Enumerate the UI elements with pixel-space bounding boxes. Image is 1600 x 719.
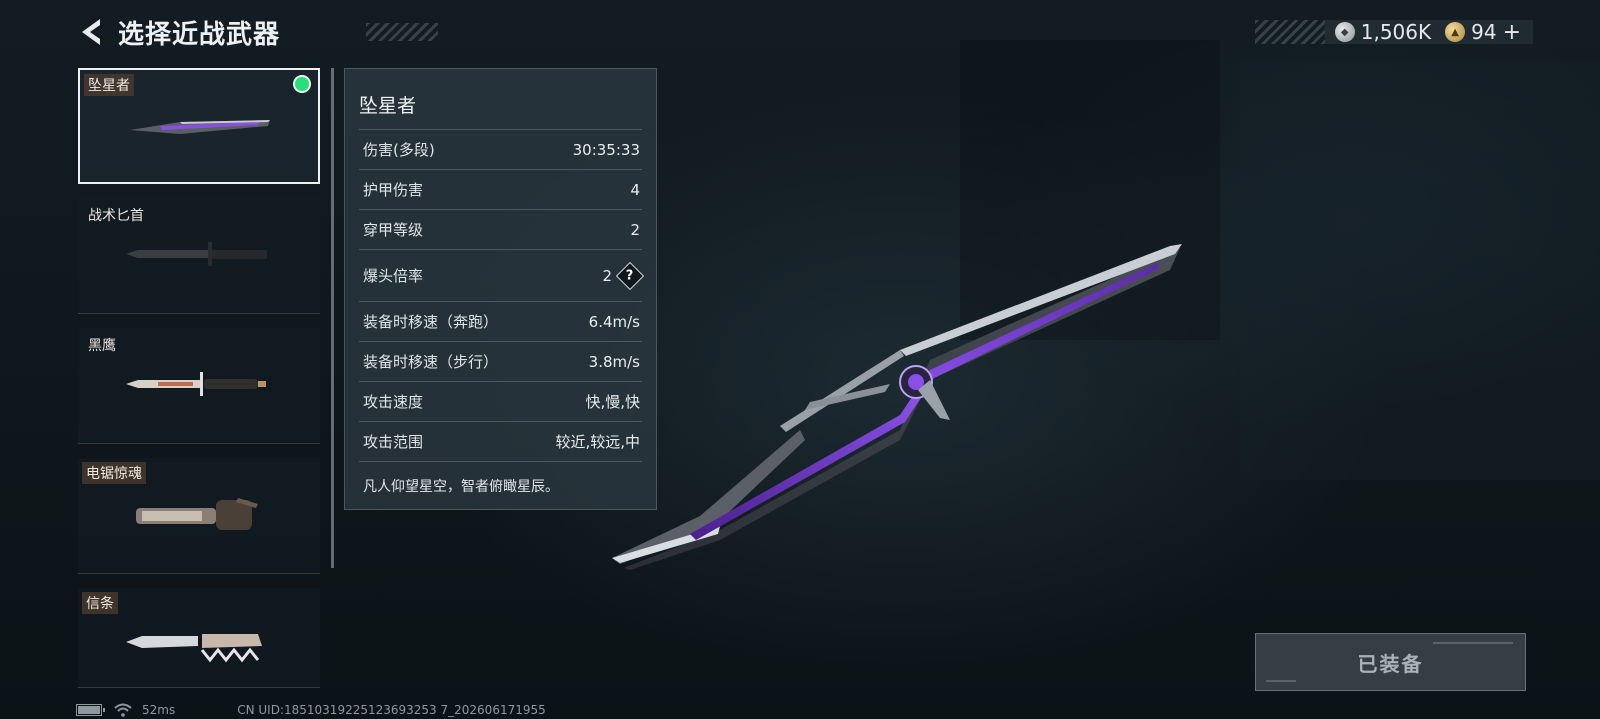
silver-coin-icon: ◆ (1334, 22, 1355, 42)
weapon-item-chainsaw[interactable]: 电锯惊魂 (78, 458, 320, 574)
weapon-thumbnail (126, 242, 267, 266)
silver-currency: ◆ 1,506K (1334, 20, 1432, 44)
weapon-item-creed[interactable]: 信条 (78, 588, 320, 688)
equipped-indicator (295, 77, 309, 91)
back-arrow-icon (82, 19, 100, 45)
stat-label: 伤害(多段) (363, 141, 435, 159)
weapon-name: 黑鹰 (88, 338, 116, 354)
status-bar: 52ms CN UID:18510319225123693253 7_20260… (76, 703, 546, 717)
weapon-thumbnail (126, 634, 262, 663)
weapon-item-starfall[interactable]: 坠星者 (78, 68, 320, 184)
weapon-thumbnail (126, 372, 266, 396)
stat-label: 装备时移速（奔跑） (363, 313, 499, 331)
header: 选择近战武器 (76, 14, 438, 50)
add-currency-button[interactable]: + (1503, 20, 1521, 45)
button-decoration (1433, 642, 1513, 644)
weapon-name: 电锯惊魂 (82, 462, 146, 484)
stat-label: 护甲伤害 (363, 181, 424, 199)
title-decoration (366, 23, 438, 41)
page-title: 选择近战武器 (118, 19, 281, 50)
currency-decoration (1255, 20, 1325, 44)
weapon-preview[interactable] (600, 230, 1220, 580)
stat-label: 攻击范围 (363, 433, 424, 451)
gold-currency: ▲ 94 + (1445, 20, 1521, 45)
weapon-name: 战术匕首 (88, 208, 144, 224)
stat-value: 4 (630, 180, 640, 199)
weapon-item-black-hawk[interactable]: 黑鹰 (78, 328, 320, 444)
stat-row-armor-damage: 护甲伤害 4 (359, 169, 642, 209)
weapon-thumbnail (136, 498, 258, 530)
battery-icon (76, 704, 105, 716)
weapon-name: 坠星者 (84, 74, 134, 96)
equipped-button[interactable]: 已装备 (1255, 633, 1526, 691)
gold-coin-icon: ▲ (1445, 22, 1466, 42)
equipped-button-label: 已装备 (1357, 651, 1424, 676)
button-decoration (1266, 680, 1296, 682)
user-uid: CN UID:18510319225123693253 7_2026061719… (237, 703, 546, 717)
ping-value: 52ms (142, 703, 176, 717)
silver-value: 1,506K (1360, 20, 1432, 44)
stats-title: 坠星者 (359, 95, 417, 117)
stat-value: 30:35:33 (572, 140, 640, 159)
back-button[interactable] (76, 16, 106, 48)
background-shape (1240, 60, 1600, 480)
weapon-thumbnail (130, 120, 270, 134)
weapon-list: 坠星者 战术匕首 黑鹰 电锯惊魂 信条 (78, 68, 322, 690)
currency-bar: ◆ 1,506K ▲ 94 + (1255, 20, 1533, 45)
wifi-icon (114, 703, 132, 717)
stat-label: 穿甲等级 (363, 221, 424, 239)
battery-fill (78, 706, 100, 714)
gold-value: 94 (1471, 20, 1497, 44)
stat-label: 装备时移速（步行） (363, 353, 499, 371)
weapon-item-tactical-dagger[interactable]: 战术匕首 (78, 198, 320, 314)
stat-row-damage: 伤害(多段) 30:35:33 (359, 129, 642, 169)
weapon-name: 信条 (82, 592, 118, 614)
stat-label: 攻击速度 (363, 393, 424, 411)
stat-label: 爆头倍率 (363, 267, 424, 285)
weapon-list-scrollbar[interactable] (331, 68, 334, 568)
